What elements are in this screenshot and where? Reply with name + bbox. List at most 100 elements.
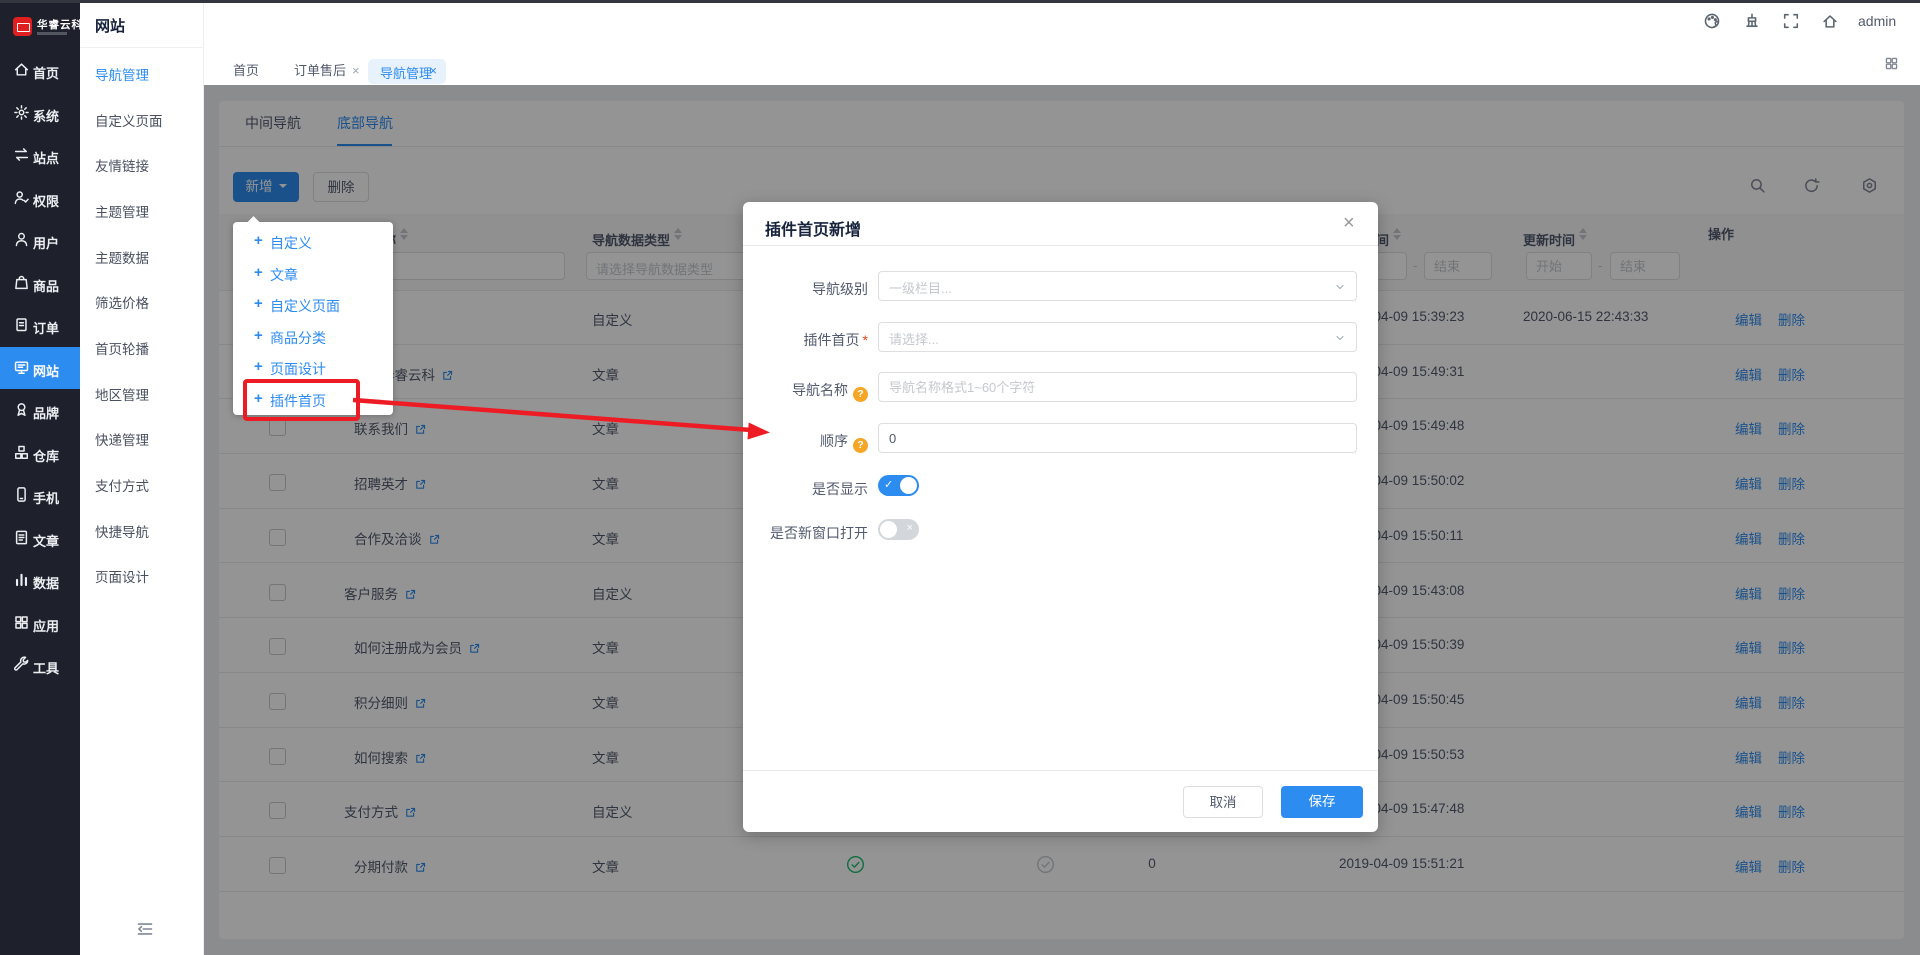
- sidebar-item-order[interactable]: 订单: [0, 304, 80, 346]
- chevron-down-icon: [1334, 281, 1346, 293]
- sidebar-item-brand[interactable]: 品牌: [0, 389, 80, 431]
- chevron-down-icon: [1334, 281, 1346, 293]
- article-icon: [13, 529, 30, 546]
- order-icon: [13, 316, 30, 333]
- divider: [743, 245, 1378, 246]
- divider: [80, 47, 203, 48]
- sidebar-item-tool[interactable]: 工具: [0, 644, 80, 686]
- plus-icon: +: [254, 264, 263, 281]
- sidebar-item-goods[interactable]: 商品: [0, 262, 80, 304]
- phone-icon: [13, 486, 30, 503]
- fullscreen-icon[interactable]: [1782, 12, 1800, 30]
- home-icon[interactable]: [1821, 12, 1839, 30]
- order-input[interactable]: [878, 423, 1357, 453]
- submenu-item-7[interactable]: 地区管理: [80, 381, 203, 403]
- field-label-show: 是否显示: [743, 479, 868, 499]
- submenu-item-0[interactable]: 导航管理: [80, 61, 203, 83]
- submenu-item-3[interactable]: 主题管理: [80, 198, 203, 220]
- page-tab-bar: 首页 订单售后× 导航管理×: [203, 47, 1920, 85]
- annotation-highlight-box: [243, 379, 360, 421]
- sidebar-item-site[interactable]: 网站: [0, 347, 80, 389]
- save-button[interactable]: 保存: [1281, 786, 1363, 818]
- field-label-order: 顺序?: [743, 431, 868, 453]
- add-menu-item-0[interactable]: +自定义: [233, 226, 393, 258]
- gear-icon: [13, 104, 30, 121]
- submenu-item-11[interactable]: 页面设计: [80, 563, 203, 585]
- tool-icon: [13, 656, 30, 673]
- home-icon[interactable]: [1821, 12, 1839, 30]
- submenu-item-5[interactable]: 筛选价格: [80, 289, 203, 311]
- sidebar-item-warehouse[interactable]: 仓库: [0, 432, 80, 474]
- field-label-name: 导航名称?: [743, 380, 868, 402]
- brand-subtext: [37, 32, 67, 35]
- collapse-sidebar-icon[interactable]: [136, 920, 154, 938]
- submenu-item-6[interactable]: 首页轮播: [80, 335, 203, 357]
- help-icon[interactable]: ?: [853, 387, 868, 402]
- theme-palette-icon[interactable]: [1703, 12, 1721, 30]
- submenu-item-8[interactable]: 快递管理: [80, 426, 203, 448]
- fullscreen-icon[interactable]: [1782, 12, 1800, 30]
- close-icon[interactable]: ×: [429, 63, 437, 78]
- sidebar-item-gear[interactable]: 系统: [0, 92, 80, 134]
- sidebar-item-user[interactable]: 用户: [0, 219, 80, 261]
- clear-cache-icon[interactable]: [1743, 12, 1761, 30]
- cancel-button[interactable]: 取消: [1183, 786, 1263, 818]
- brand-name: 华睿云科: [37, 17, 83, 32]
- toggle-knob: [880, 521, 897, 538]
- page-tab-nav-management[interactable]: 导航管理×: [368, 59, 446, 84]
- page-tab-home[interactable]: 首页: [233, 60, 259, 79]
- sidebar-item-article[interactable]: 文章: [0, 517, 80, 559]
- main-sidebar: 华睿云科 首页系统站点权限用户商品订单网站品牌仓库手机文章数据应用工具: [0, 0, 80, 955]
- add-menu-item-1[interactable]: +文章: [233, 258, 393, 290]
- tab-options-grid-icon[interactable]: [1884, 56, 1899, 71]
- nav-level-select[interactable]: 一级栏目...: [878, 271, 1357, 301]
- page-tab-order-after-sales[interactable]: 订单售后×: [294, 60, 360, 79]
- help-icon[interactable]: ?: [853, 438, 868, 453]
- plugin-home-select[interactable]: 请选择...: [878, 322, 1357, 352]
- home-icon: [13, 61, 30, 78]
- top-bar: admin: [203, 0, 1920, 48]
- submenu-item-10[interactable]: 快捷导航: [80, 518, 203, 540]
- sidebar-item-app[interactable]: 应用: [0, 602, 80, 644]
- plus-icon: +: [254, 232, 263, 249]
- warehouse-icon: [13, 444, 30, 461]
- x-icon: ×: [907, 522, 913, 534]
- tab-options-grid-icon[interactable]: [1884, 56, 1899, 71]
- add-menu-item-2[interactable]: +自定义页面: [233, 289, 393, 321]
- goods-icon: [13, 274, 30, 291]
- toggle-knob: [900, 477, 917, 494]
- submenu-item-2[interactable]: 友情链接: [80, 152, 203, 174]
- modal-title: 插件首页新增: [765, 216, 861, 240]
- add-menu-item-3[interactable]: +商品分类: [233, 321, 393, 353]
- app-icon: [13, 614, 30, 631]
- close-icon[interactable]: ×: [1343, 212, 1355, 235]
- check-icon: ✓: [884, 478, 893, 491]
- field-label-newwin: 是否新窗口打开: [743, 523, 868, 543]
- sidebar-item-phone[interactable]: 手机: [0, 474, 80, 516]
- site-icon: [13, 359, 30, 376]
- chevron-down-icon: [1334, 332, 1346, 344]
- nav-name-input[interactable]: [878, 372, 1357, 402]
- chevron-down-icon: [1334, 332, 1346, 344]
- theme-palette-icon[interactable]: [1703, 12, 1721, 30]
- collapse-sidebar-icon[interactable]: [136, 920, 154, 938]
- logo-mark-icon: [13, 17, 32, 36]
- plus-icon: +: [254, 358, 263, 375]
- sidebar-item-auth[interactable]: 权限: [0, 177, 80, 219]
- user-icon: [13, 231, 30, 248]
- divider: [743, 770, 1378, 771]
- clear-cache-icon[interactable]: [1743, 12, 1761, 30]
- submenu-item-9[interactable]: 支付方式: [80, 472, 203, 494]
- field-label-plugin: 插件首页*: [743, 330, 868, 350]
- sidebar-item-data[interactable]: 数据: [0, 559, 80, 601]
- show-toggle[interactable]: ✓: [878, 475, 919, 496]
- new-window-toggle[interactable]: ×: [878, 519, 919, 540]
- close-icon[interactable]: ×: [352, 63, 360, 78]
- sidebar-item-home[interactable]: 首页: [0, 49, 80, 91]
- required-asterisk: *: [863, 332, 868, 348]
- sidebar-item-swap[interactable]: 站点: [0, 134, 80, 176]
- field-label-level: 导航级别: [743, 279, 868, 299]
- submenu-item-4[interactable]: 主题数据: [80, 244, 203, 266]
- user-menu[interactable]: admin: [1858, 13, 1896, 29]
- submenu-item-1[interactable]: 自定义页面: [80, 107, 203, 129]
